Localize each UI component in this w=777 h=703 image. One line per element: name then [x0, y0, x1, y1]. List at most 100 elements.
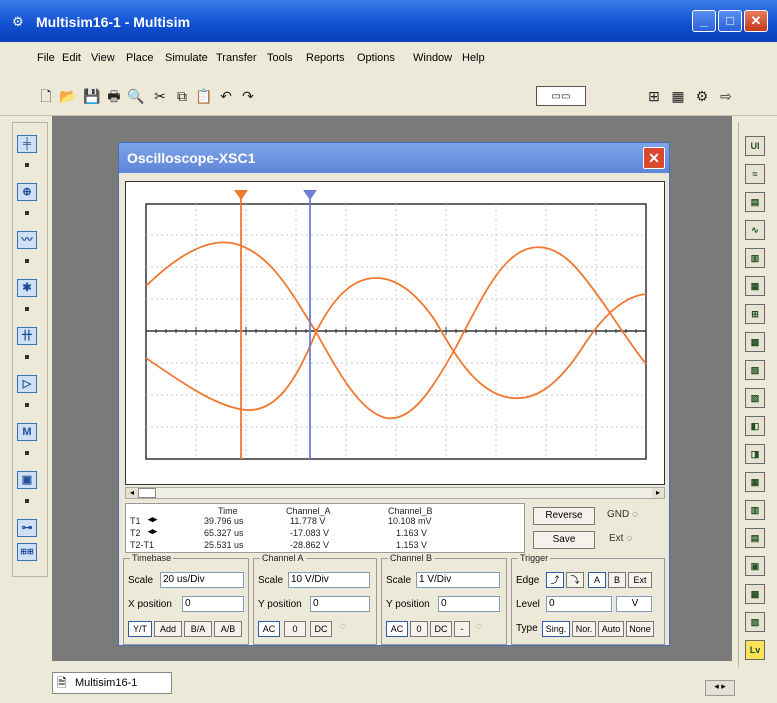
copy-icon[interactable]: ⧉: [172, 86, 192, 106]
channel-a-ac-button[interactable]: AC: [258, 621, 280, 637]
netlist-icon[interactable]: ⚙: [692, 86, 712, 106]
logic-converter-icon[interactable]: ▨: [745, 360, 765, 380]
cut-icon[interactable]: ✂: [150, 86, 170, 106]
channel-a-scale-field[interactable]: 10 V/Div: [288, 572, 370, 588]
frequency-counter-icon[interactable]: ⊞: [745, 304, 765, 324]
ttl-component-icon[interactable]: ▷: [17, 375, 37, 393]
diode-component-icon[interactable]: 〰: [17, 231, 37, 249]
four-channel-scope-icon[interactable]: ▥: [745, 248, 765, 268]
open-icon[interactable]: 📂: [58, 86, 78, 106]
screen-scrollbar[interactable]: ◂ ▸: [125, 487, 665, 499]
falling-edge-icon[interactable]: ⤵: [566, 572, 584, 588]
maximize-button[interactable]: □: [718, 10, 742, 32]
channel-a-zero-button[interactable]: 0: [284, 621, 306, 637]
analog-component-icon[interactable]: 卄: [17, 327, 37, 345]
distortion-analyzer-icon[interactable]: ◨: [745, 444, 765, 464]
new-icon[interactable]: 🗋: [36, 86, 56, 106]
mixed-component-icon[interactable]: ⊞⊞: [17, 543, 37, 561]
menu-transfer[interactable]: Transfer: [216, 52, 257, 64]
grid-icon[interactable]: ▦: [668, 86, 688, 106]
menu-options[interactable]: Options: [357, 52, 395, 64]
channel-a-invert-radio[interactable]: ◌: [340, 621, 346, 632]
power-component-icon[interactable]: ⊶: [17, 519, 37, 537]
mode-add-button[interactable]: Add: [154, 621, 182, 637]
agilent-generator-icon[interactable]: ▤: [745, 528, 765, 548]
indicator-component-icon[interactable]: ▣: [17, 471, 37, 489]
channel-a-ypos-field[interactable]: 0: [310, 596, 370, 612]
menu-place[interactable]: Place: [126, 52, 154, 64]
scroll-left-icon[interactable]: ◂: [126, 488, 138, 498]
print-icon[interactable]: 🖶: [104, 86, 124, 106]
ext-radio[interactable]: Ext ◌: [609, 533, 632, 544]
mode-yt-button[interactable]: Y/T: [128, 621, 152, 637]
minimize-button[interactable]: _: [692, 10, 716, 32]
mode-ab-button[interactable]: A/B: [214, 621, 242, 637]
misc-component-icon[interactable]: M: [17, 423, 37, 441]
channel-b-minus-button[interactable]: -: [454, 621, 470, 637]
network-analyzer-icon[interactable]: ▥: [745, 500, 765, 520]
iv-analyzer-icon[interactable]: ◧: [745, 416, 765, 436]
multimeter-icon[interactable]: UI: [745, 136, 765, 156]
channel-b-ypos-field[interactable]: 0: [438, 596, 500, 612]
trigger-none-button[interactable]: None: [626, 621, 654, 637]
transistor-component-icon[interactable]: ✱: [17, 279, 37, 297]
gnd-radio[interactable]: GND ◌: [607, 509, 638, 520]
t2-arrows-icon[interactable]: ◂▸: [148, 526, 157, 537]
save-icon[interactable]: 💾: [82, 86, 102, 106]
menu-window[interactable]: Window: [413, 52, 452, 64]
channel-b-zero-button[interactable]: 0: [410, 621, 428, 637]
channel-b-dc-button[interactable]: DC: [430, 621, 452, 637]
source-component-icon[interactable]: ╪: [17, 135, 37, 153]
trigger-b-button[interactable]: B: [608, 572, 626, 588]
labview-instrument-icon[interactable]: Lv: [745, 640, 765, 660]
tab-scroll-arrows[interactable]: ◂ ▸: [705, 680, 735, 696]
mode-ba-button[interactable]: B/A: [184, 621, 212, 637]
print-preview-icon[interactable]: 🔍: [126, 86, 146, 106]
export-icon[interactable]: ⇨: [716, 86, 736, 106]
word-generator-icon[interactable]: ▩: [745, 332, 765, 352]
close-button[interactable]: ✕: [744, 10, 768, 32]
undo-icon[interactable]: ↶: [216, 86, 236, 106]
spectrum-analyzer-icon[interactable]: ▦: [745, 472, 765, 492]
logic-analyzer-icon[interactable]: ▧: [745, 388, 765, 408]
agilent-multimeter-icon[interactable]: ▣: [745, 556, 765, 576]
agilent-scope-icon[interactable]: ▩: [745, 584, 765, 604]
menu-help[interactable]: Help: [462, 52, 485, 64]
channel-b-scale-field[interactable]: 1 V/Div: [416, 572, 500, 588]
menu-view[interactable]: View: [91, 52, 115, 64]
rising-edge-icon[interactable]: ⤴: [546, 572, 564, 588]
menu-tools[interactable]: Tools: [267, 52, 293, 64]
hierarchy-icon[interactable]: ⊞: [644, 86, 664, 106]
trigger-auto-button[interactable]: Auto: [598, 621, 624, 637]
channel-a-dc-button[interactable]: DC: [310, 621, 332, 637]
display-toggle-icon[interactable]: ▭▭: [536, 86, 586, 106]
t1-arrows-icon[interactable]: ◂▸: [148, 514, 157, 525]
design-tab[interactable]: 🗎 Multisim16-1: [52, 672, 172, 694]
bode-plotter-icon[interactable]: ▦: [745, 276, 765, 296]
menu-reports[interactable]: Reports: [306, 52, 345, 64]
oscilloscope-icon[interactable]: ∿: [745, 220, 765, 240]
channel-b-invert-radio[interactable]: ◌: [476, 621, 482, 632]
trigger-ext-button[interactable]: Ext: [628, 572, 652, 588]
trigger-level-unit[interactable]: V: [616, 596, 652, 612]
timebase-scale-field[interactable]: 20 us/Div: [160, 572, 244, 588]
function-generator-icon[interactable]: ≈: [745, 164, 765, 184]
trigger-normal-button[interactable]: Nor.: [572, 621, 596, 637]
trigger-level-field[interactable]: 0: [546, 596, 612, 612]
oscilloscope-close-button[interactable]: ✕: [643, 147, 665, 169]
redo-icon[interactable]: ↷: [238, 86, 258, 106]
scroll-right-icon[interactable]: ▸: [652, 488, 664, 498]
channel-b-ac-button[interactable]: AC: [386, 621, 408, 637]
menu-simulate[interactable]: Simulate: [165, 52, 208, 64]
scroll-thumb[interactable]: [138, 488, 156, 498]
x-position-field[interactable]: 0: [182, 596, 244, 612]
wattmeter-icon[interactable]: ▤: [745, 192, 765, 212]
basic-component-icon[interactable]: ⊕: [17, 183, 37, 201]
trigger-single-button[interactable]: Sing.: [542, 621, 570, 637]
menu-file[interactable]: File: [37, 52, 55, 64]
trigger-a-button[interactable]: A: [588, 572, 606, 588]
paste-icon[interactable]: 📋: [194, 86, 214, 106]
reverse-button[interactable]: Reverse: [533, 507, 595, 525]
save-button[interactable]: Save: [533, 531, 595, 549]
tektronix-scope-icon[interactable]: ▨: [745, 612, 765, 632]
